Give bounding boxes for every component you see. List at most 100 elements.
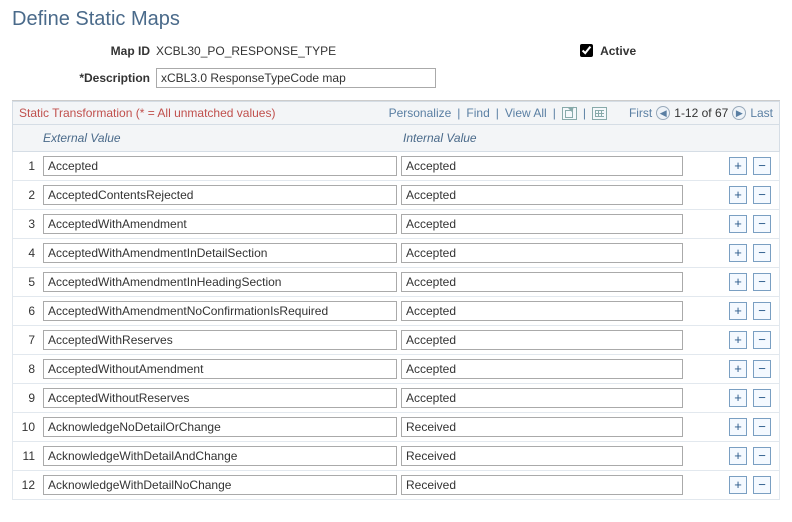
add-row-button[interactable]: + xyxy=(729,418,747,436)
separator: | xyxy=(496,106,499,120)
next-icon[interactable]: ▶ xyxy=(732,106,746,120)
delete-row-button[interactable]: − xyxy=(753,302,771,320)
view-all-link[interactable]: View All xyxy=(505,106,547,120)
row-number: 1 xyxy=(19,159,39,173)
active-checkbox[interactable] xyxy=(580,44,593,57)
row-count: 1-12 of 67 xyxy=(674,106,728,120)
row-number: 10 xyxy=(19,420,39,434)
add-row-button[interactable]: + xyxy=(729,447,747,465)
delete-row-button[interactable]: − xyxy=(753,476,771,494)
delete-row-button[interactable]: − xyxy=(753,360,771,378)
external-value-input[interactable] xyxy=(43,243,397,263)
grid: Static Transformation (* = All unmatched… xyxy=(12,100,780,500)
find-link[interactable]: Find xyxy=(466,106,489,120)
separator: | xyxy=(457,106,460,120)
table-row: 1 +− xyxy=(12,152,780,181)
row-number: 8 xyxy=(19,362,39,376)
first-link[interactable]: First xyxy=(629,106,652,120)
add-row-button[interactable]: + xyxy=(729,157,747,175)
description-input[interactable] xyxy=(156,68,436,88)
row-number: 3 xyxy=(19,217,39,231)
row-number: 9 xyxy=(19,391,39,405)
internal-value-input[interactable] xyxy=(401,272,683,292)
external-value-input[interactable] xyxy=(43,475,397,495)
delete-row-button[interactable]: − xyxy=(753,215,771,233)
map-id-value: XCBL30_PO_RESPONSE_TYPE xyxy=(156,44,336,58)
download-icon[interactable] xyxy=(592,107,607,120)
internal-value-input[interactable] xyxy=(401,214,683,234)
add-row-button[interactable]: + xyxy=(729,302,747,320)
external-value-input[interactable] xyxy=(43,330,397,350)
external-value-input[interactable] xyxy=(43,388,397,408)
grid-body: 1+−2+−3+−4+−5+−6+−7+−8+−9+−10+−11+−12+− xyxy=(12,152,780,500)
external-value-input[interactable] xyxy=(43,417,397,437)
separator: | xyxy=(553,106,556,120)
external-value-input[interactable] xyxy=(43,185,397,205)
internal-value-input[interactable] xyxy=(401,185,683,205)
page-title: Define Static Maps xyxy=(12,8,780,31)
prev-icon[interactable]: ◀ xyxy=(656,106,670,120)
grid-header: Static Transformation (* = All unmatched… xyxy=(12,101,780,125)
internal-value-input[interactable] xyxy=(401,359,683,379)
table-row: 3 +− xyxy=(12,210,780,239)
row-number: 12 xyxy=(19,478,39,492)
col-header-external[interactable]: External Value xyxy=(39,131,399,145)
zoom-icon[interactable] xyxy=(562,107,577,120)
grid-title: Static Transformation (* = All unmatched… xyxy=(19,106,275,120)
external-value-input[interactable] xyxy=(43,272,397,292)
row-number: 5 xyxy=(19,275,39,289)
add-row-button[interactable]: + xyxy=(729,186,747,204)
table-row: 2 +− xyxy=(12,181,780,210)
delete-row-button[interactable]: − xyxy=(753,331,771,349)
column-header-row: External Value Internal Value xyxy=(12,125,780,152)
row-number: 2 xyxy=(19,188,39,202)
external-value-input[interactable] xyxy=(43,214,397,234)
external-value-input[interactable] xyxy=(43,156,397,176)
add-row-button[interactable]: + xyxy=(729,244,747,262)
delete-row-button[interactable]: − xyxy=(753,273,771,291)
delete-row-button[interactable]: − xyxy=(753,447,771,465)
internal-value-input[interactable] xyxy=(401,446,683,466)
add-row-button[interactable]: + xyxy=(729,331,747,349)
table-row: 5 +− xyxy=(12,268,780,297)
table-row: 4 +− xyxy=(12,239,780,268)
internal-value-input[interactable] xyxy=(401,330,683,350)
table-row: 12 +− xyxy=(12,471,780,500)
internal-value-input[interactable] xyxy=(401,388,683,408)
external-value-input[interactable] xyxy=(43,301,397,321)
internal-value-input[interactable] xyxy=(401,417,683,437)
row-number: 4 xyxy=(19,246,39,260)
table-row: 11 +− xyxy=(12,442,780,471)
add-row-button[interactable]: + xyxy=(729,389,747,407)
delete-row-button[interactable]: − xyxy=(753,157,771,175)
add-row-button[interactable]: + xyxy=(729,273,747,291)
internal-value-input[interactable] xyxy=(401,475,683,495)
add-row-button[interactable]: + xyxy=(729,215,747,233)
description-label: *Description xyxy=(12,71,150,85)
personalize-link[interactable]: Personalize xyxy=(389,106,452,120)
table-row: 10 +− xyxy=(12,413,780,442)
map-id-label: Map ID xyxy=(12,44,150,58)
col-header-rownum xyxy=(19,131,39,145)
add-row-button[interactable]: + xyxy=(729,476,747,494)
internal-value-input[interactable] xyxy=(401,156,683,176)
delete-row-button[interactable]: − xyxy=(753,389,771,407)
delete-row-button[interactable]: − xyxy=(753,186,771,204)
active-label: Active xyxy=(600,44,636,58)
last-link[interactable]: Last xyxy=(750,106,773,120)
active-checkbox-wrap[interactable]: Active xyxy=(576,41,636,60)
form-area: Map ID XCBL30_PO_RESPONSE_TYPE Active *D… xyxy=(12,41,780,88)
table-row: 8 +− xyxy=(12,355,780,384)
external-value-input[interactable] xyxy=(43,446,397,466)
internal-value-input[interactable] xyxy=(401,301,683,321)
row-number: 11 xyxy=(19,449,39,463)
add-row-button[interactable]: + xyxy=(729,360,747,378)
table-row: 9 +− xyxy=(12,384,780,413)
internal-value-input[interactable] xyxy=(401,243,683,263)
delete-row-button[interactable]: − xyxy=(753,418,771,436)
table-row: 7+− xyxy=(12,326,780,355)
row-number: 6 xyxy=(19,304,39,318)
external-value-input[interactable] xyxy=(43,359,397,379)
delete-row-button[interactable]: − xyxy=(753,244,771,262)
col-header-internal[interactable]: Internal Value xyxy=(399,131,687,145)
